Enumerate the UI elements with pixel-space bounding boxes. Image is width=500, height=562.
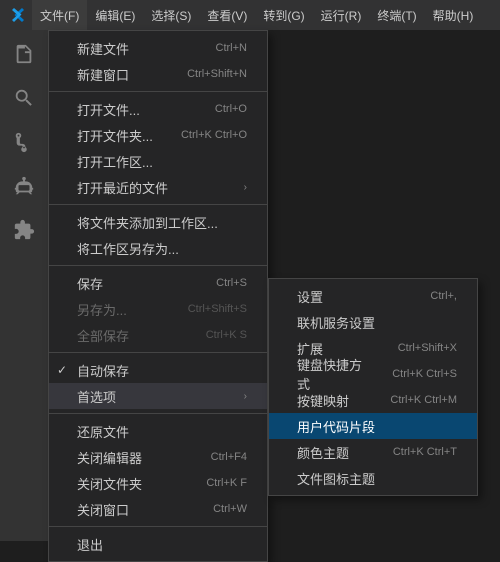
menu-item-open-file[interactable]: 打开文件... Ctrl+O xyxy=(49,96,267,122)
separator-4 xyxy=(49,352,267,353)
submenu-item-file-icon-theme[interactable]: 文件图标主题 xyxy=(269,465,477,491)
submenu-arrow-icon: › xyxy=(244,391,247,402)
arrow-icon: › xyxy=(244,182,247,193)
preferences-submenu: 设置 Ctrl+, 联机服务设置 扩展 Ctrl+Shift+X 键盘快捷方式 … xyxy=(268,278,478,496)
app-logo xyxy=(4,7,32,23)
menu-item-open-workspace[interactable]: 打开工作区... xyxy=(49,148,267,174)
menubar: 文件(F) 编辑(E) 选择(S) 查看(V) 转到(G) 运行(R) 终端(T… xyxy=(0,0,500,30)
menubar-select[interactable]: 选择(S) xyxy=(143,0,199,30)
extensions-icon[interactable] xyxy=(4,210,44,250)
submenu-item-settings[interactable]: 设置 Ctrl+, xyxy=(269,283,477,309)
submenu-item-online-services[interactable]: 联机服务设置 xyxy=(269,309,477,335)
menu-item-save[interactable]: 保存 Ctrl+S xyxy=(49,270,267,296)
menu-item-open-recent[interactable]: 打开最近的文件 › xyxy=(49,174,267,200)
menu-item-add-folder[interactable]: 将文件夹添加到工作区... xyxy=(49,209,267,235)
menu-item-exit[interactable]: 退出 xyxy=(49,531,267,557)
menubar-terminal[interactable]: 终端(T) xyxy=(369,0,424,30)
submenu-item-keyboard-shortcuts[interactable]: 键盘快捷方式 Ctrl+K Ctrl+S xyxy=(269,361,477,387)
separator-1 xyxy=(49,91,267,92)
separator-2 xyxy=(49,204,267,205)
menubar-help[interactable]: 帮助(H) xyxy=(425,0,482,30)
menubar-view[interactable]: 查看(V) xyxy=(199,0,255,30)
debug-icon[interactable] xyxy=(4,166,44,206)
menu-item-open-folder[interactable]: 打开文件夹... Ctrl+K Ctrl+O xyxy=(49,122,267,148)
separator-3 xyxy=(49,265,267,266)
sidebar xyxy=(0,30,48,541)
menu-item-close-folder[interactable]: 关闭文件夹 Ctrl+K F xyxy=(49,470,267,496)
menubar-edit[interactable]: 编辑(E) xyxy=(87,0,143,30)
menu-item-save-as: 另存为... Ctrl+Shift+S xyxy=(49,296,267,322)
menubar-run[interactable]: 运行(R) xyxy=(313,0,370,30)
menu-item-close-editor[interactable]: 关闭编辑器 Ctrl+F4 xyxy=(49,444,267,470)
submenu-item-user-snippets[interactable]: 用户代码片段 xyxy=(269,413,477,439)
submenu-item-color-theme[interactable]: 颜色主题 Ctrl+K Ctrl+T xyxy=(269,439,477,465)
files-icon[interactable] xyxy=(4,34,44,74)
separator-5 xyxy=(49,413,267,414)
menu-item-revert[interactable]: 还原文件 xyxy=(49,418,267,444)
source-control-icon[interactable] xyxy=(4,122,44,162)
menubar-goto[interactable]: 转到(G) xyxy=(255,0,312,30)
separator-6 xyxy=(49,526,267,527)
menubar-file[interactable]: 文件(F) xyxy=(32,0,87,30)
checkmark-icon: ✓ xyxy=(57,363,67,377)
menu-item-new-window[interactable]: 新建窗口 Ctrl+Shift+N xyxy=(49,61,267,87)
submenu-item-keymaps[interactable]: 按键映射 Ctrl+K Ctrl+M xyxy=(269,387,477,413)
menu-item-close-window[interactable]: 关闭窗口 Ctrl+W xyxy=(49,496,267,522)
menu-item-new-file[interactable]: 新建文件 Ctrl+N xyxy=(49,35,267,61)
file-menu-dropdown: 新建文件 Ctrl+N 新建窗口 Ctrl+Shift+N 打开文件... Ct… xyxy=(48,30,268,562)
search-icon[interactable] xyxy=(4,78,44,118)
menu-item-preferences[interactable]: 首选项 › xyxy=(49,383,267,409)
menu-item-save-workspace-as[interactable]: 将工作区另存为... xyxy=(49,235,267,261)
menu-item-save-all: 全部保存 Ctrl+K S xyxy=(49,322,267,348)
menu-item-auto-save[interactable]: ✓ 自动保存 xyxy=(49,357,267,383)
